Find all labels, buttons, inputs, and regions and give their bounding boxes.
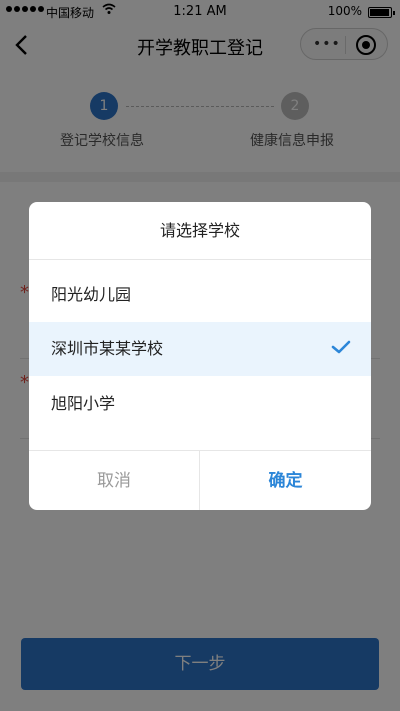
cancel-button[interactable]: 取消 — [29, 451, 200, 510]
school-option[interactable]: 旭阳小学 — [29, 377, 371, 431]
school-picker-dialog: 请选择学校 阳光幼儿园 深圳市某某学校 旭阳小学 取消 确定 — [29, 202, 371, 510]
dialog-title: 请选择学校 — [29, 202, 371, 260]
school-option-label: 阳光幼儿园 — [51, 285, 132, 304]
school-option-selected[interactable]: 深圳市某某学校 — [29, 322, 371, 376]
school-option[interactable]: 阳光幼儿园 — [29, 268, 371, 322]
school-option-label: 深圳市某某学校 — [51, 339, 164, 358]
checkmark-icon — [331, 340, 351, 354]
school-option-label: 旭阳小学 — [51, 394, 116, 413]
confirm-button[interactable]: 确定 — [200, 451, 371, 510]
dialog-actions: 取消 确定 — [29, 450, 371, 510]
